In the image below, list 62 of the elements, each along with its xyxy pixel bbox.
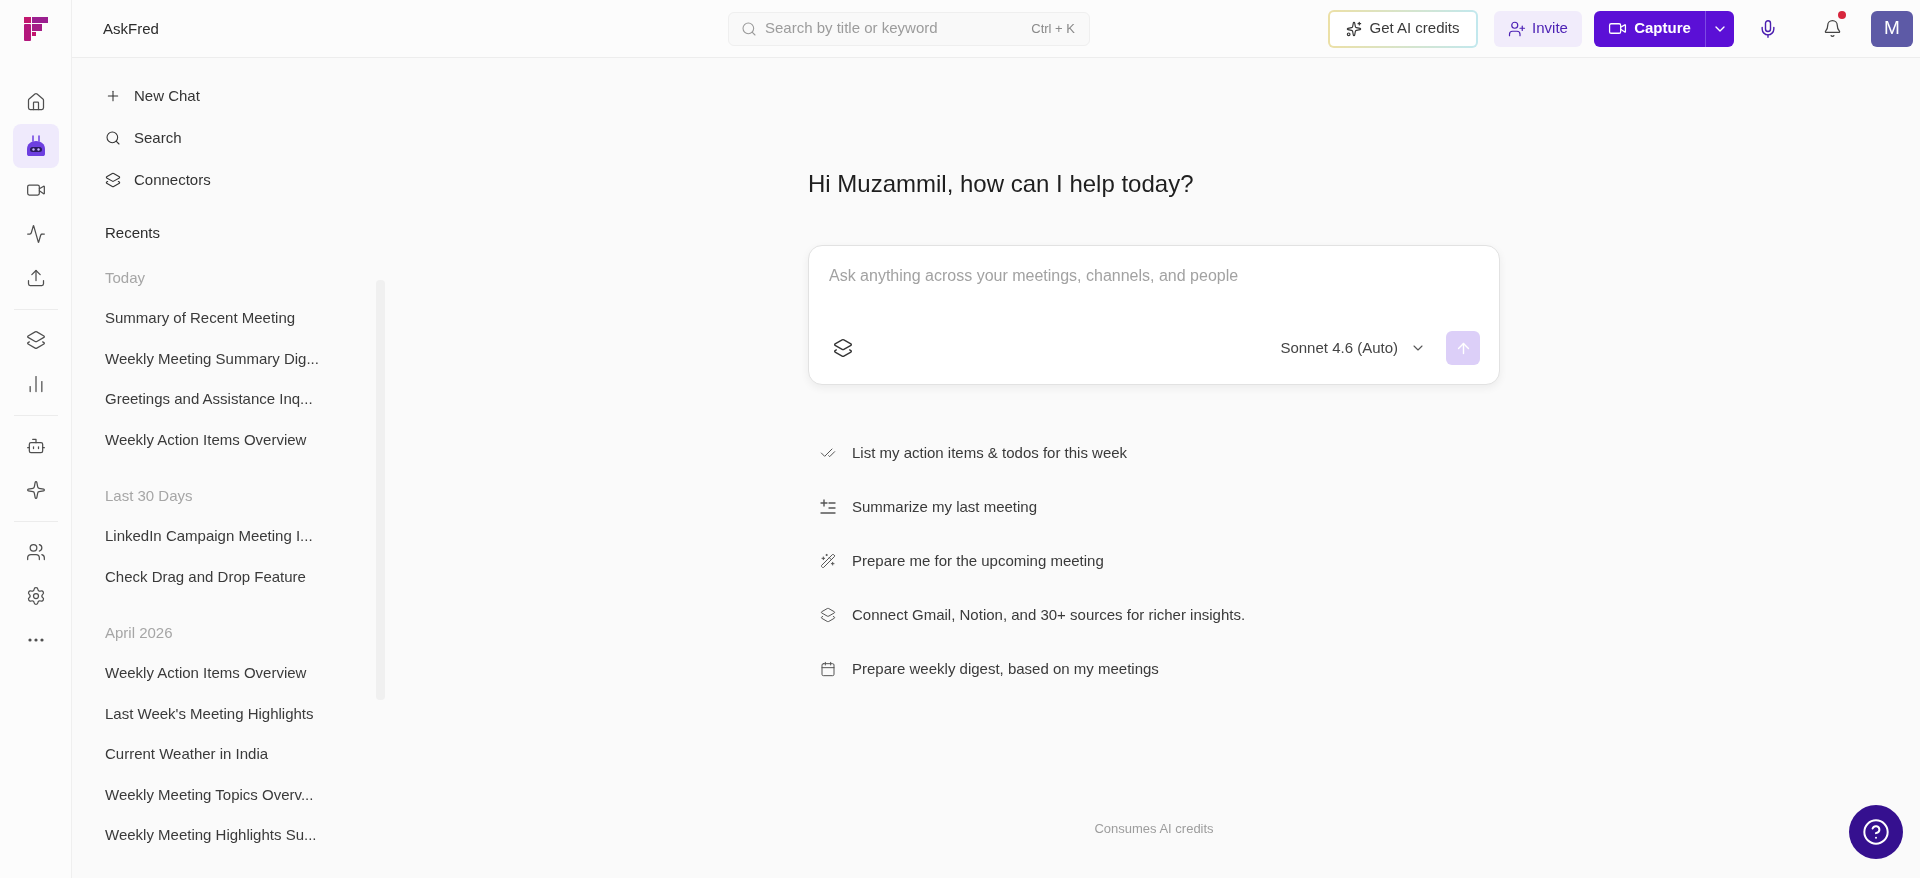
sparkle-icon	[25, 480, 46, 500]
sidebar-action-button[interactable]: Connectors	[105, 159, 211, 201]
layers-icon	[25, 330, 46, 350]
logo-icon	[23, 17, 48, 41]
capture-button[interactable]: Capture	[1594, 10, 1705, 47]
help-button[interactable]	[1849, 805, 1903, 859]
help-icon	[1862, 818, 1890, 846]
chat-history-item[interactable]: Summary of Recent Meeting	[105, 298, 296, 339]
sidebar-action-button[interactable]: New Chat	[105, 75, 200, 117]
bell-icon	[1822, 19, 1842, 38]
chat-history-item[interactable]: Weekly Meeting Topics Overv...	[105, 774, 314, 815]
greeting-heading: Hi Muzammil, how can I help today?	[808, 169, 1194, 199]
microphone-icon	[1758, 18, 1778, 39]
pulse-icon	[25, 224, 46, 244]
recents-heading: Recents	[105, 222, 161, 243]
robot-icon	[25, 436, 46, 456]
section-heading: April 2026	[105, 622, 173, 643]
home-icon	[25, 92, 46, 112]
upload-icon	[25, 268, 46, 288]
plus-icon	[105, 88, 121, 104]
user-plus-icon	[1508, 19, 1527, 38]
chat-history-item[interactable]: Last Week's Meeting Highlights	[105, 693, 314, 734]
users-icon	[25, 542, 46, 562]
chat-input[interactable]: Ask anything across your meetings, channels, and people	[829, 264, 1479, 288]
credits-note: Consumes AI credits	[1094, 821, 1214, 836]
suggestion-button[interactable]: Prepare me for the upcoming meeting	[808, 534, 1104, 588]
capture-options-button[interactable]	[1705, 10, 1734, 47]
more-icon	[27, 638, 44, 642]
chat-history-item[interactable]: LinkedIn Campaign Meeting I...	[105, 516, 313, 557]
section-heading: Last 30 Days	[105, 485, 193, 506]
chat-history-item[interactable]: Weekly Action Items Overview	[105, 653, 307, 694]
robot-icon	[24, 135, 47, 157]
sidebar-action-button[interactable]: Search	[105, 117, 182, 159]
chat-history-item[interactable]: Weekly Meeting Highlights Su...	[105, 815, 317, 856]
shortcut-hint: Ctrl + K	[1031, 19, 1075, 38]
suggestion-button[interactable]: Connect Gmail, Notion, and 30+ sources for richer insights.	[808, 588, 1246, 642]
suggestion-button[interactable]: Prepare weekly digest, based on my meetings	[808, 642, 1159, 696]
chat-history-item[interactable]: Weekly Meeting Summary Dig...	[105, 338, 319, 379]
get-credits-button[interactable]: Get AI credits	[1328, 9, 1478, 48]
layers-icon	[833, 338, 853, 358]
search-input[interactable]: Search by title or keyword	[765, 17, 1032, 40]
suggestion-button[interactable]: List my action items & todos for this week	[808, 426, 1128, 480]
chat-history-item[interactable]: Weekly Action Items Overview	[105, 419, 307, 460]
magic-wand-icon	[820, 553, 836, 569]
search-icon	[741, 20, 757, 37]
app-title: AskFred	[103, 19, 159, 37]
section-heading: Today	[105, 267, 146, 288]
list-plus-icon	[820, 499, 836, 515]
avatar[interactable]: M	[1871, 10, 1913, 47]
suggestion-button[interactable]: Summarize my last meeting	[808, 480, 1038, 534]
layers-icon	[105, 172, 121, 188]
chat-history-item[interactable]: Check Drag and Drop Feature	[105, 556, 306, 597]
settings-icon	[25, 586, 46, 606]
nav-button[interactable]	[12, 124, 59, 168]
chat-history-item[interactable]: Current Weather in India	[105, 734, 269, 775]
sparkles-icon	[1346, 20, 1363, 37]
invite-button[interactable]: Invite	[1494, 10, 1582, 47]
calendar-icon	[820, 661, 836, 677]
chat-history-item[interactable]: Greetings and Assistance Inq...	[105, 379, 313, 420]
search-icon	[105, 130, 121, 146]
model-selector[interactable]: Sonnet 4.6 (Auto)	[1280, 331, 1426, 365]
layers-icon	[820, 607, 836, 623]
